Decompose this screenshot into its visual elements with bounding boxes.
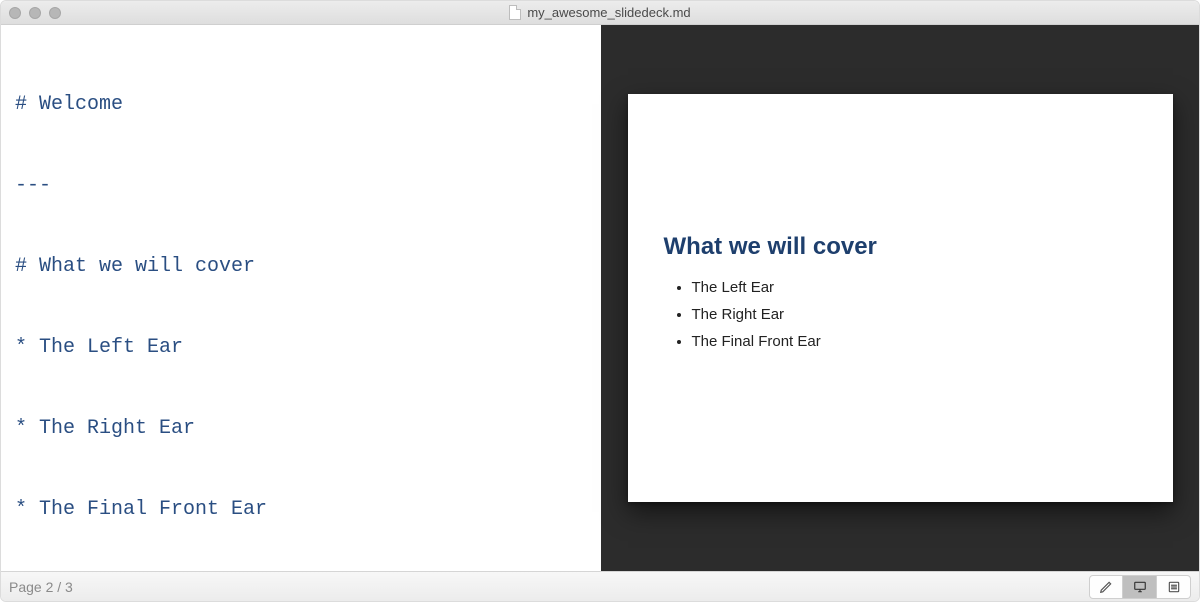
- preview-pane: What we will cover The Left Ear The Righ…: [601, 25, 1199, 571]
- titlebar: my_awesome_slidedeck.md: [1, 1, 1199, 25]
- editor-line: # What we will cover: [15, 253, 587, 280]
- slide-list-item: The Final Front Ear: [692, 333, 1137, 350]
- slide-list: The Left Ear The Right Ear The Final Fro…: [664, 279, 1137, 350]
- slide-preview[interactable]: What we will cover The Left Ear The Righ…: [628, 94, 1173, 502]
- zoom-window-button[interactable]: [49, 7, 61, 19]
- pencil-icon: [1099, 580, 1113, 594]
- minimize-window-button[interactable]: [29, 7, 41, 19]
- editor-line: * The Final Front Ear: [15, 496, 587, 523]
- main-split: # Welcome --- # What we will cover * The…: [1, 25, 1199, 571]
- file-icon: [509, 5, 521, 20]
- list-icon: [1167, 580, 1181, 594]
- close-window-button[interactable]: [9, 7, 21, 19]
- outline-mode-button[interactable]: [1157, 575, 1191, 599]
- window-controls: [9, 7, 61, 19]
- app-window: my_awesome_slidedeck.md # Welcome --- # …: [0, 0, 1200, 602]
- slide-title: What we will cover: [664, 233, 1137, 261]
- editor-line: # Welcome: [15, 91, 587, 118]
- slide-list-item: The Left Ear: [692, 279, 1137, 296]
- view-mode-toggle: [1089, 575, 1191, 599]
- editor-line: * The Left Ear: [15, 334, 587, 361]
- status-bar: Page 2 / 3: [1, 571, 1199, 601]
- filename-label: my_awesome_slidedeck.md: [527, 5, 690, 20]
- markdown-editor[interactable]: # Welcome --- # What we will cover * The…: [1, 25, 601, 571]
- screen-icon: [1132, 580, 1148, 594]
- editor-line: * The Right Ear: [15, 415, 587, 442]
- slide-list-item: The Right Ear: [692, 306, 1137, 323]
- present-mode-button[interactable]: [1123, 575, 1157, 599]
- edit-mode-button[interactable]: [1089, 575, 1123, 599]
- editor-line: ---: [15, 172, 587, 199]
- window-title: my_awesome_slidedeck.md: [1, 1, 1199, 24]
- page-indicator: Page 2 / 3: [9, 579, 73, 595]
